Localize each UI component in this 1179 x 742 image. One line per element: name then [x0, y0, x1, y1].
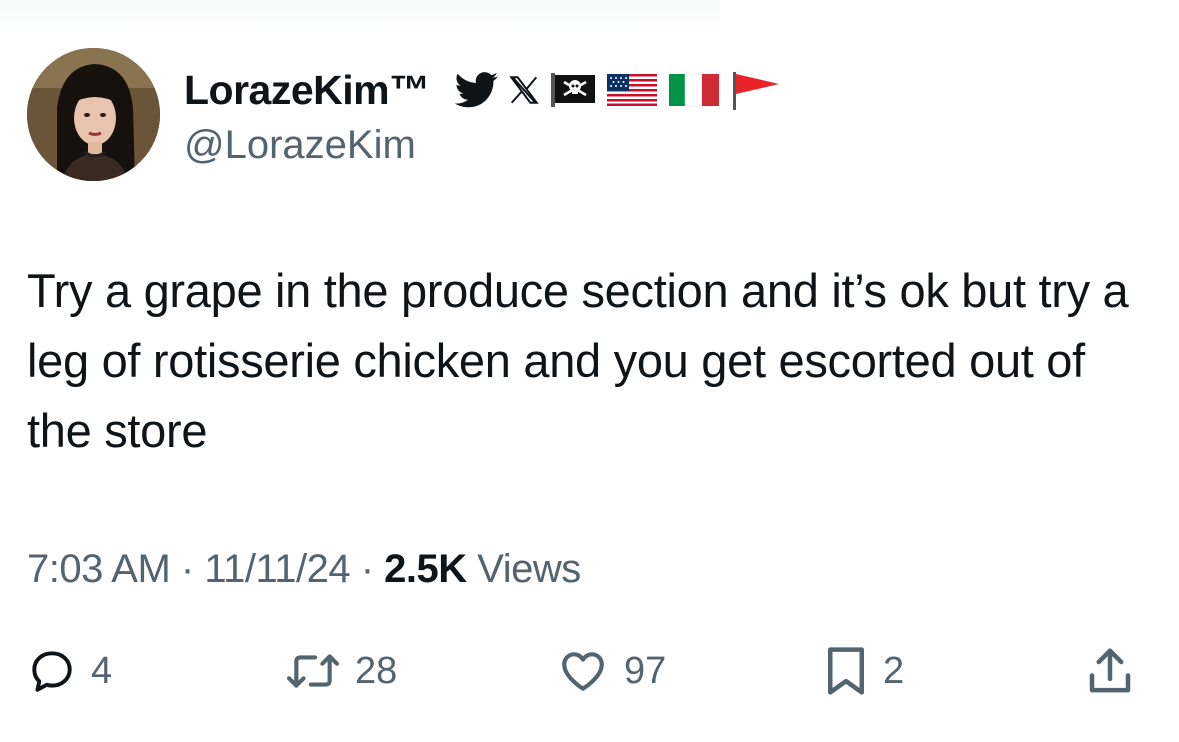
- retweet-icon: [286, 654, 340, 688]
- retweet-button[interactable]: 28: [285, 636, 397, 706]
- action-bar: 4 28 97 2: [0, 636, 1179, 706]
- share-icon: [1089, 648, 1131, 693]
- top-edge-fade: [0, 0, 720, 30]
- views-count: 2.5K: [384, 547, 467, 591]
- reply-button[interactable]: 4: [27, 636, 112, 706]
- tweet-text: Try a grape in the produce section and i…: [27, 264, 1129, 457]
- italy-flag-icon: [669, 73, 719, 107]
- reply-icon: [32, 651, 72, 692]
- reply-count: 4: [91, 649, 113, 692]
- bookmark-button[interactable]: 2: [823, 636, 904, 706]
- avatar-photo: [27, 48, 160, 181]
- like-count: 97: [624, 649, 667, 692]
- retweet-count: 28: [355, 649, 398, 692]
- tweet-time[interactable]: 7:03 AM: [27, 547, 171, 591]
- x-logo-icon: [509, 76, 539, 104]
- like-button[interactable]: 97: [556, 636, 666, 706]
- us-flag-icon: [607, 74, 657, 106]
- red-triangle-flag-icon: [733, 72, 779, 110]
- views-label: Views: [466, 547, 581, 591]
- tweet-meta: 7:03 AM · 11/11/24 · 2.5K Views: [27, 545, 581, 593]
- bookmark-count: 2: [883, 649, 905, 692]
- pirate-flag-icon: [551, 73, 595, 107]
- meta-separator: ·: [170, 547, 205, 591]
- tweet-date[interactable]: 11/11/24: [204, 547, 350, 591]
- heart-icon: [562, 652, 604, 691]
- display-name[interactable]: LorazeKim™: [184, 66, 430, 114]
- meta-separator: ·: [350, 547, 385, 591]
- twitter-bird-icon: [455, 72, 498, 108]
- bookmark-icon: [828, 647, 864, 695]
- avatar[interactable]: [27, 48, 160, 181]
- user-handle[interactable]: @LorazeKim: [184, 122, 416, 168]
- share-button[interactable]: [1083, 636, 1137, 706]
- name-badges: [455, 70, 781, 110]
